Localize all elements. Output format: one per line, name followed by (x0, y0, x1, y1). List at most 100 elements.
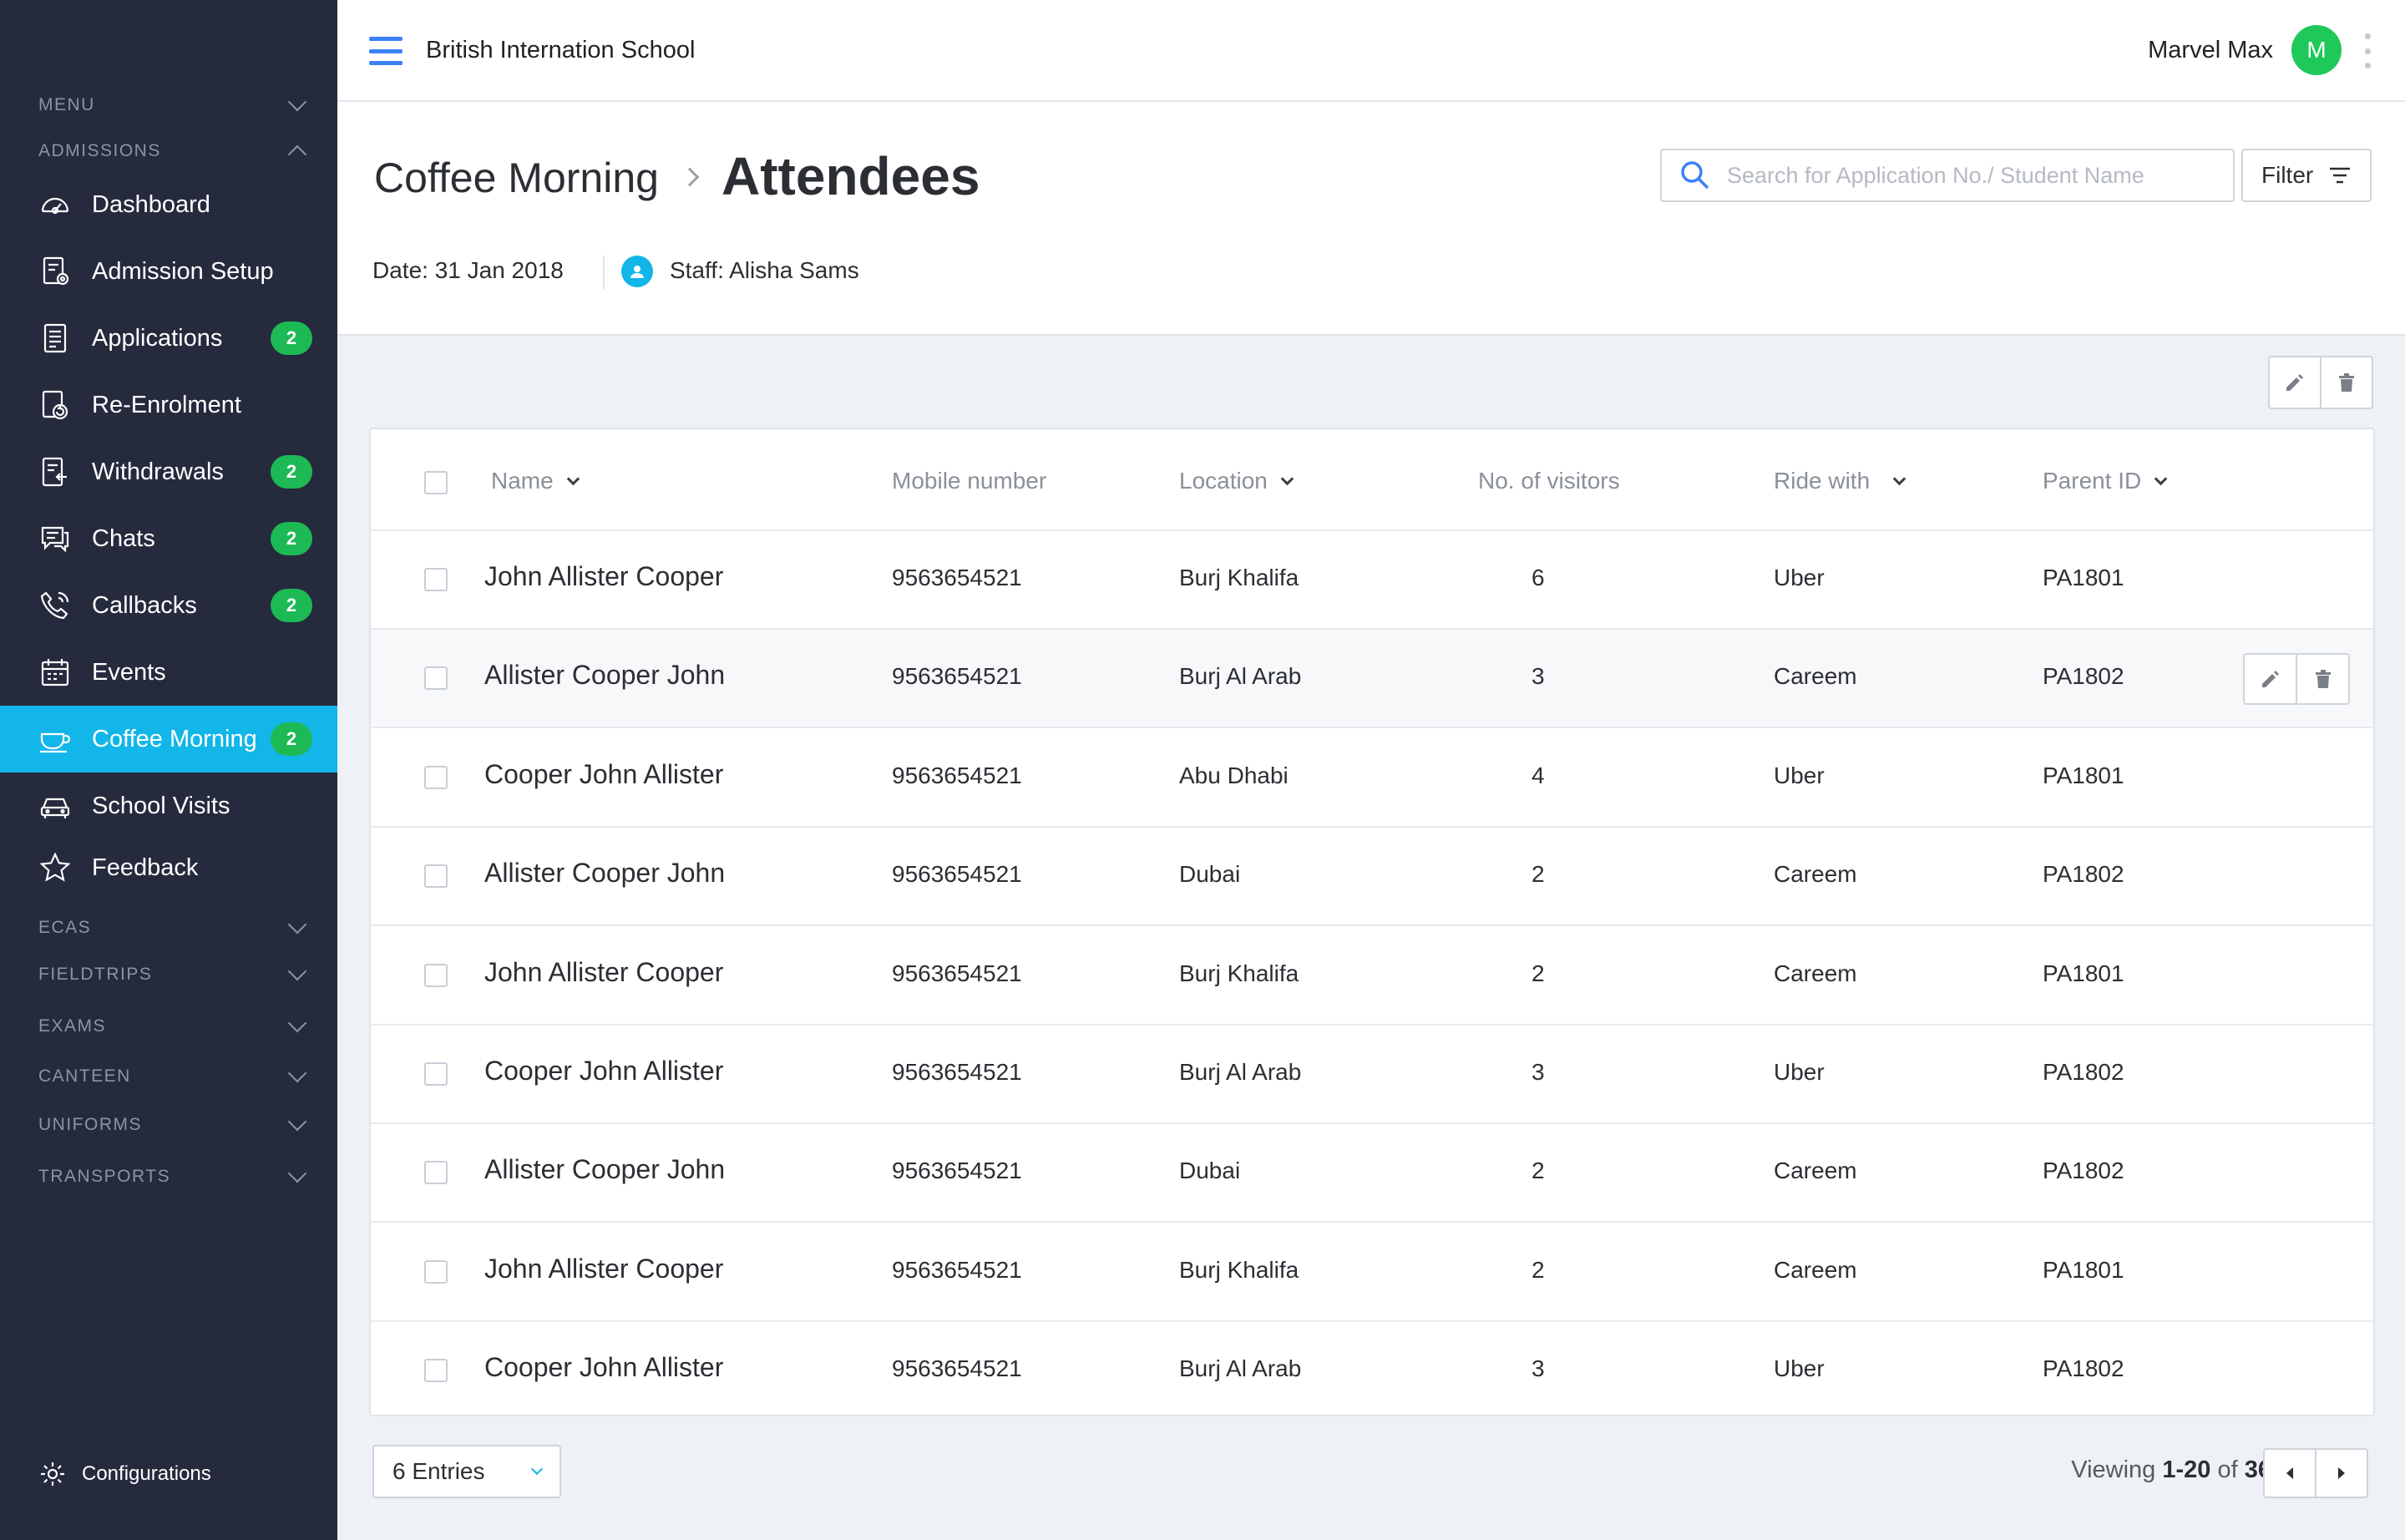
cell-location: Burj Khalifa (1179, 1256, 1299, 1283)
section-menu[interactable]: MENU (38, 89, 312, 122)
cell-mobile: 9563654521 (892, 1158, 1022, 1184)
cell-location: Abu Dhabi (1179, 762, 1289, 788)
table-row[interactable]: John Allister Cooper 9563654521 Burj Khali… (371, 927, 2373, 1026)
section-admissions[interactable]: ADMISSIONS (38, 134, 312, 168)
search-input[interactable] (1727, 162, 2211, 189)
table-row[interactable]: Allister Cooper John 9563654521 Dubai 2 Care… (371, 828, 2373, 927)
sidebar-item-label: Withdrawals (92, 458, 224, 485)
cell-parent-id: PA1801 (2043, 565, 2124, 590)
pagination (2263, 1448, 2368, 1498)
count-badge: 2 (271, 522, 312, 555)
cell-location: Burj Al Arab (1179, 663, 1302, 690)
section-exams[interactable]: EXAMS (38, 1010, 312, 1043)
configurations-link[interactable]: Configurations (38, 1460, 211, 1488)
chevron-down-icon (287, 1063, 307, 1083)
cell-location: Burj Al Arab (1179, 1355, 1302, 1382)
viewing-range: 1-20 (2162, 1456, 2211, 1483)
pagination-status: Viewing 1-20 of 36 (2071, 1456, 2271, 1484)
sidebar-item-dashboard[interactable]: Dashboard (0, 171, 337, 238)
cell-visitors: 4 (1532, 762, 1545, 788)
search-box[interactable] (1660, 149, 2235, 202)
sidebar-item-feedback[interactable]: Feedback (0, 834, 337, 901)
user-name[interactable]: Marvel Max (2148, 37, 2273, 64)
row-checkbox[interactable] (424, 1259, 448, 1284)
cell-parent-id: PA1801 (2043, 762, 2124, 788)
sidebar-item-re-enrolment[interactable]: Re-Enrolment (0, 372, 337, 438)
next-page-button[interactable] (2315, 1450, 2367, 1497)
avatar[interactable]: M (2291, 25, 2342, 75)
section-canteen[interactable]: CANTEEN (38, 1060, 312, 1093)
section-uniforms[interactable]: UNIFORMS (38, 1108, 312, 1142)
row-checkbox[interactable] (424, 1161, 448, 1185)
chevron-down-icon (1892, 472, 1906, 485)
row-checkbox[interactable] (424, 765, 448, 789)
column-header-ride-with[interactable]: Ride with (1774, 468, 1906, 494)
sidebar-item-withdrawals[interactable]: Withdrawals 2 (0, 438, 337, 505)
cell-visitors: 2 (1532, 960, 1545, 986)
sidebar-item-coffee-morning[interactable]: Coffee Morning 2 (0, 706, 337, 773)
row-checkbox[interactable] (424, 1359, 448, 1383)
sidebar-item-applications[interactable]: Applications 2 (0, 305, 337, 372)
cell-ride-with: Careem (1774, 1256, 1857, 1283)
column-header-parent-id[interactable]: Parent ID (2043, 468, 2168, 494)
bulk-actions (2268, 356, 2373, 409)
prev-page-button[interactable] (2265, 1450, 2315, 1497)
bulk-edit-button[interactable] (2270, 357, 2320, 408)
chevron-up-icon (287, 144, 307, 165)
hamburger-menu-icon[interactable] (369, 37, 403, 65)
table-row[interactable]: Cooper John Allister 9563654521 Burj Al Ar… (371, 1026, 2373, 1124)
count-badge: 2 (271, 722, 312, 756)
row-delete-button[interactable] (2296, 655, 2348, 704)
table-row[interactable]: Allister Cooper John 9563654521 Burj Al Ar… (371, 630, 2373, 729)
applications-icon (38, 322, 72, 355)
coffee-icon (38, 722, 72, 756)
table-row[interactable]: Cooper John Allister 9563654521 Abu Dhabi 4… (371, 729, 2373, 828)
sidebar-item-school-visits[interactable]: School Visits (0, 773, 337, 839)
sidebar-item-label: Admission Setup (92, 257, 274, 285)
row-checkbox[interactable] (424, 963, 448, 987)
table-row[interactable]: John Allister Cooper 9563654521 Burj Khali… (371, 531, 2373, 630)
table-row[interactable]: Allister Cooper John 9563654521 Dubai 2 Care… (371, 1124, 2373, 1223)
cell-parent-id: PA1802 (2043, 1059, 2124, 1085)
table-row[interactable]: John Allister Cooper 9563654521 Burj Khali… (371, 1223, 2373, 1322)
event-date: Date: 31 Jan 2018 (372, 257, 564, 283)
sidebar-item-admission-setup[interactable]: Admission Setup (0, 238, 337, 305)
page-header: Coffee Morning Attendees Date: 31 Jan 20… (337, 102, 2405, 336)
cell-location: Burj Khalifa (1179, 960, 1299, 986)
cell-mobile: 9563654521 (892, 762, 1022, 788)
row-edit-button[interactable] (2245, 655, 2296, 703)
cell-name: Cooper John Allister (484, 758, 724, 789)
row-checkbox[interactable] (424, 666, 448, 691)
section-ecas[interactable]: ECAS (38, 911, 312, 945)
section-fieldtrips[interactable]: FIELDTRIPS (38, 958, 312, 991)
table-row[interactable]: Cooper John Allister 9563654521 Burj Al Ar… (371, 1322, 2373, 1421)
column-label: Name (491, 468, 554, 494)
section-transports[interactable]: TRANSPORTS (38, 1160, 312, 1193)
count-badge: 2 (271, 455, 312, 489)
more-options-icon[interactable] (2365, 33, 2372, 68)
filter-button[interactable]: Filter (2241, 149, 2372, 202)
breadcrumb-parent[interactable]: Coffee Morning (374, 154, 659, 202)
withdrawals-icon (38, 455, 72, 489)
select-all-checkbox[interactable] (424, 471, 448, 494)
re-enrolment-icon (38, 388, 72, 422)
bulk-delete-button[interactable] (2320, 357, 2372, 408)
school-name: British Internation School (426, 37, 696, 63)
row-checkbox[interactable] (424, 1062, 448, 1086)
column-label: Parent ID (2043, 468, 2142, 494)
chevron-down-icon (287, 92, 307, 112)
column-header-location[interactable]: Location (1179, 468, 1294, 494)
sidebar-item-events[interactable]: Events (0, 639, 337, 706)
cell-name: Cooper John Allister (484, 1352, 724, 1383)
pencil-icon (2286, 374, 2303, 391)
entries-select[interactable]: 6 Entries (372, 1445, 561, 1498)
column-header-name[interactable]: Name (491, 468, 580, 494)
calendar-icon (38, 656, 72, 689)
cell-mobile: 9563654521 (892, 960, 1022, 986)
sidebar-item-chats[interactable]: Chats 2 (0, 505, 337, 572)
sidebar-item-label: School Visits (92, 792, 230, 819)
column-label: Location (1179, 468, 1268, 494)
row-checkbox[interactable] (424, 864, 448, 889)
row-checkbox[interactable] (424, 568, 448, 591)
sidebar-item-callbacks[interactable]: Callbacks 2 (0, 572, 337, 639)
